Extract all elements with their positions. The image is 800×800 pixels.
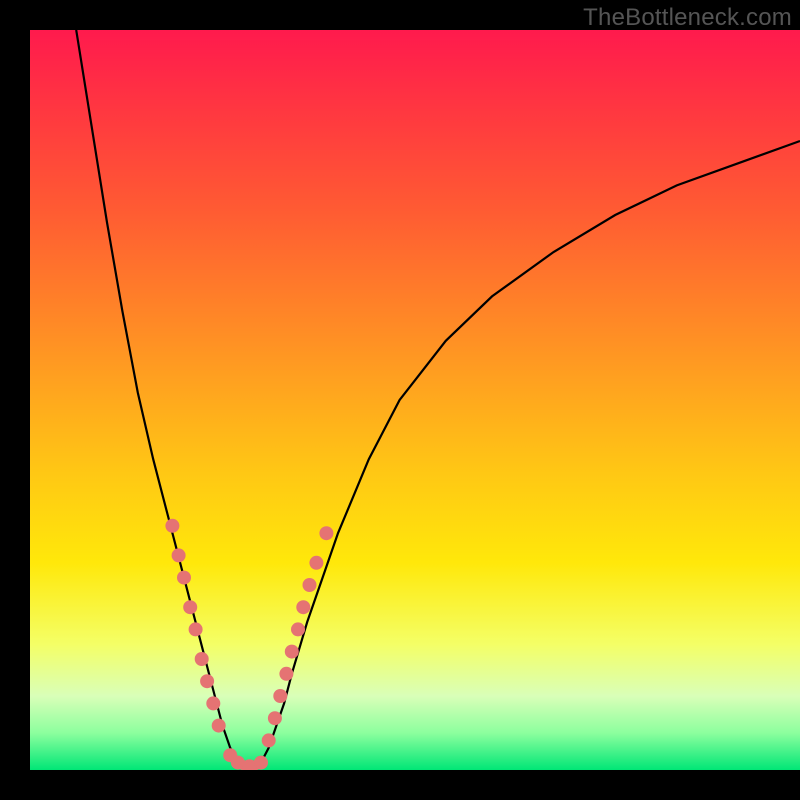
right-branch-path [261,141,800,763]
left-markers [165,519,225,733]
data-marker [195,652,209,666]
data-marker [309,556,323,570]
floor-markers [223,748,268,770]
data-marker [206,696,220,710]
plot-area [30,30,800,770]
data-marker [212,719,226,733]
data-marker [303,578,317,592]
data-marker [262,733,276,747]
data-marker [296,600,310,614]
data-marker [189,622,203,636]
chart-frame: TheBottleneck.com [0,0,800,800]
data-marker [319,526,333,540]
data-marker [172,548,186,562]
data-marker [165,519,179,533]
data-marker [254,756,268,770]
data-marker [273,689,287,703]
data-marker [291,622,305,636]
right-markers [262,526,334,747]
data-marker [285,645,299,659]
curve-layer [30,30,800,770]
watermark-text: TheBottleneck.com [583,4,792,32]
data-marker [177,571,191,585]
left-branch-path [76,30,238,763]
data-marker [200,674,214,688]
data-marker [183,600,197,614]
data-marker [279,667,293,681]
data-marker [268,711,282,725]
